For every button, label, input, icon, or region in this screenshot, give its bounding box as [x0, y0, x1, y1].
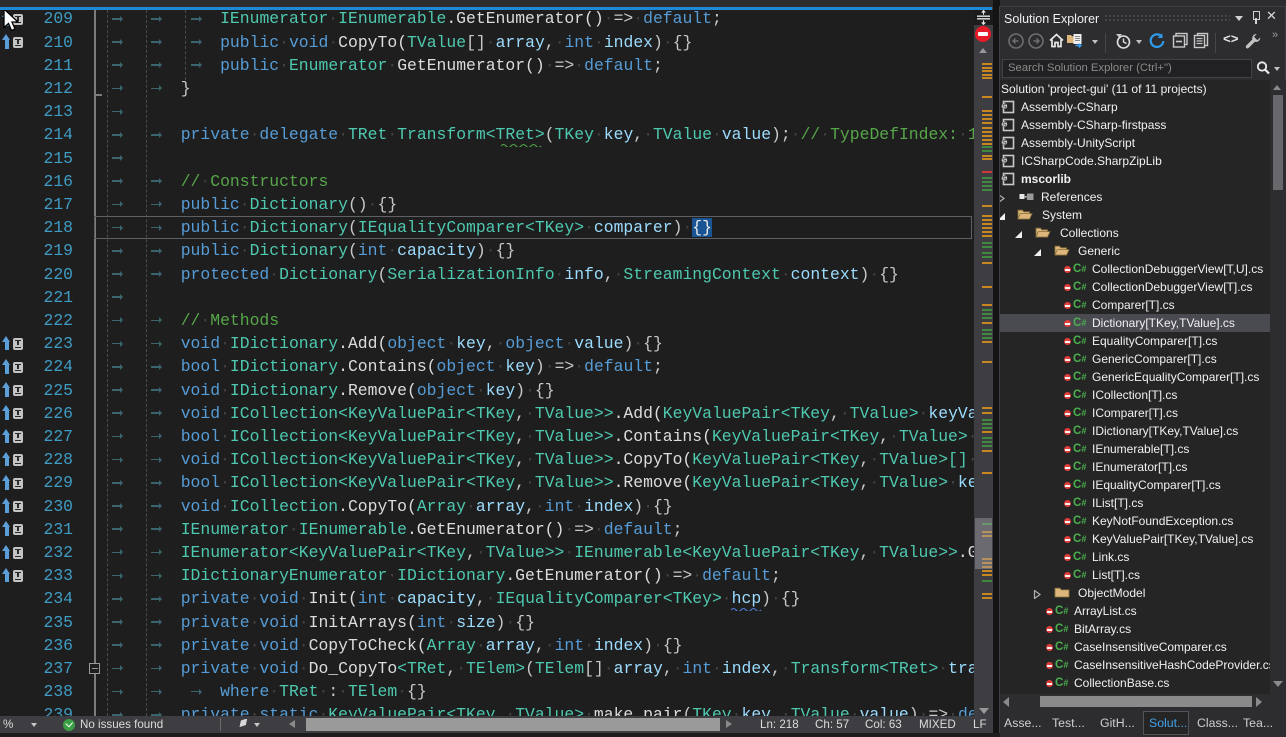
svg-text:S: S: [1002, 103, 1006, 110]
svg-text:S: S: [1002, 175, 1006, 182]
svg-text:S: S: [1002, 139, 1006, 146]
svg-text:S: S: [1002, 157, 1006, 164]
svg-text:S: S: [1002, 121, 1006, 128]
